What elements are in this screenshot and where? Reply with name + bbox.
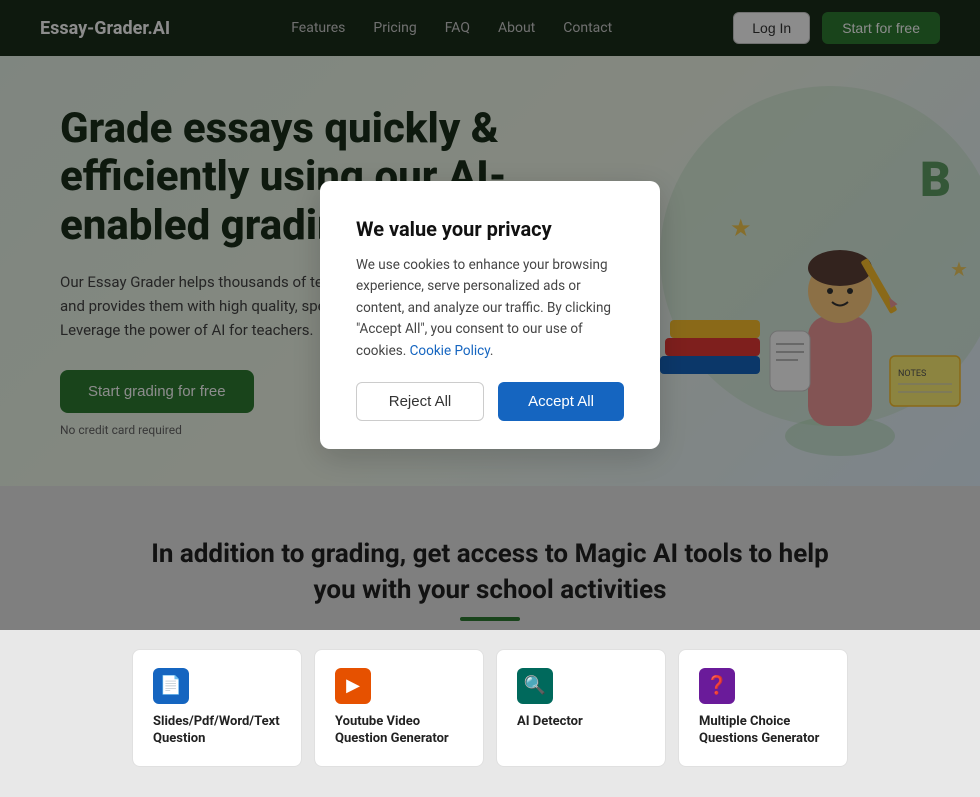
modal-body: We use cookies to enhance your browsing …: [356, 255, 624, 363]
tool-card-mcq[interactable]: ❓ Multiple Choice Questions Generator: [678, 649, 848, 767]
tool-card-youtube[interactable]: ▶ Youtube Video Question Generator: [314, 649, 484, 767]
tool-card-title-mcq: Multiple Choice Questions Generator: [699, 714, 827, 748]
slides-icon: 📄: [153, 668, 189, 704]
accept-all-button[interactable]: Accept All: [498, 382, 624, 421]
modal-overlay: We value your privacy We use cookies to …: [0, 0, 980, 630]
tool-card-ai-detector[interactable]: 🔍 AI Detector: [496, 649, 666, 767]
youtube-icon: ▶: [335, 668, 371, 704]
tool-card-title-youtube: Youtube Video Question Generator: [335, 714, 463, 748]
tool-card-title-ai-detector: AI Detector: [517, 714, 645, 731]
ai-detector-icon: 🔍: [517, 668, 553, 704]
tool-card-title-slides: Slides/Pdf/Word/Text Question: [153, 714, 281, 748]
modal-actions: Reject All Accept All: [356, 382, 624, 421]
mcq-icon: ❓: [699, 668, 735, 704]
cookie-modal: We value your privacy We use cookies to …: [320, 181, 660, 450]
tool-card-slides[interactable]: 📄 Slides/Pdf/Word/Text Question: [132, 649, 302, 767]
reject-all-button[interactable]: Reject All: [356, 382, 484, 421]
modal-title: We value your privacy: [356, 217, 624, 241]
tool-cards: 📄 Slides/Pdf/Word/Text Question ▶ Youtub…: [40, 649, 940, 767]
cookie-policy-link[interactable]: Cookie Policy: [410, 343, 490, 359]
